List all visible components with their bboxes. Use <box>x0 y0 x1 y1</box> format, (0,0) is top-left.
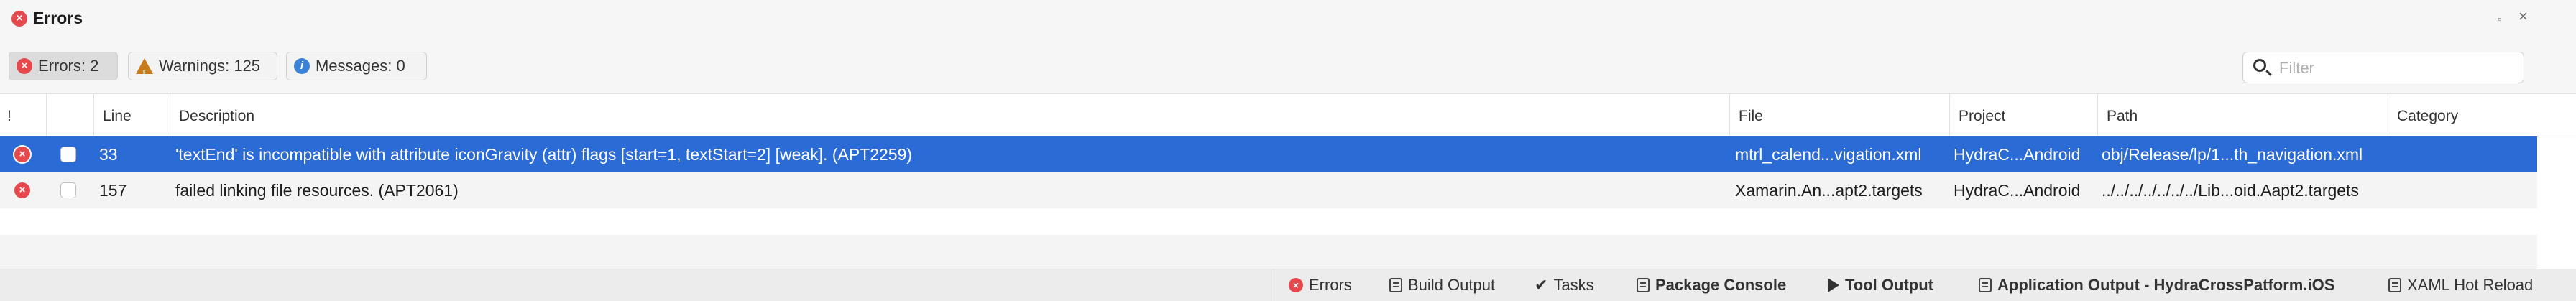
filter-toolbar: × Errors: 2 ! Warnings: 125 i Messages: … <box>0 40 2576 94</box>
error-icon: × <box>14 147 30 162</box>
warnings-filter-label: Warnings: 125 <box>159 57 261 75</box>
info-icon: i <box>294 58 310 74</box>
row-file: mtrl_calend...vigation.xml <box>1735 145 1922 164</box>
tab-build-output[interactable]: Build Output <box>1389 269 1495 301</box>
column-header-category[interactable]: Category <box>2388 94 2537 136</box>
table-row[interactable]: × 33 'textEnd' is incompatible with attr… <box>0 136 2537 172</box>
errors-filter-button[interactable]: × Errors: 2 <box>9 52 118 80</box>
column-header-file[interactable]: File <box>1729 94 1949 136</box>
warnings-filter-button[interactable]: ! Warnings: 125 <box>128 52 277 80</box>
minimize-icon[interactable]: ▫ <box>2498 13 2501 24</box>
row-project: HydraC...Android <box>1954 145 2081 164</box>
document-icon <box>2388 278 2401 292</box>
checkmark-icon: ✔ <box>1535 276 1548 294</box>
tab-label: XAML Hot Reload <box>2407 276 2534 294</box>
tab-label: Package Console <box>1655 276 1787 294</box>
error-icon: × <box>12 11 27 27</box>
tab-errors[interactable]: × Errors <box>1289 269 1352 301</box>
row-checkbox[interactable] <box>60 147 76 162</box>
document-icon <box>1637 278 1650 292</box>
row-line: 33 <box>99 145 118 164</box>
row-description: 'textEnd' is incompatible with attribute… <box>175 145 913 164</box>
tab-application-output[interactable]: Application Output - HydraCrossPatform.i… <box>1979 269 2334 301</box>
column-header-severity[interactable]: ! <box>0 94 20 136</box>
tab-tasks[interactable]: ✔ Tasks <box>1535 269 1594 301</box>
tab-label: Errors <box>1309 276 1352 294</box>
tab-package-console[interactable]: Package Console <box>1637 269 1786 301</box>
tab-label: Build Output <box>1408 276 1496 294</box>
column-header-path[interactable]: Path <box>2097 94 2388 136</box>
row-line: 157 <box>99 181 127 200</box>
tab-label: Application Output - HydraCrossPatform.i… <box>1997 276 2335 294</box>
document-icon <box>1389 278 1402 292</box>
table-row[interactable]: × 157 failed linking file resources. (AP… <box>0 172 2537 208</box>
errors-filter-label: Errors: 2 <box>38 57 99 75</box>
column-header-description[interactable]: Description <box>170 94 1729 136</box>
column-header-checkbox[interactable] <box>46 94 93 136</box>
row-checkbox[interactable] <box>60 182 76 198</box>
messages-filter-label: Messages: 0 <box>316 57 405 75</box>
tab-label: Tasks <box>1553 276 1594 294</box>
column-header-project[interactable]: Project <box>1949 94 2097 136</box>
row-description: failed linking file resources. (APT2061) <box>175 181 459 200</box>
row-project: HydraC...Android <box>1954 181 2081 200</box>
search-icon <box>2253 59 2266 72</box>
error-icon: × <box>17 58 32 74</box>
close-icon[interactable]: × <box>2518 7 2528 26</box>
panel-titlebar: × Errors ▫ × <box>0 0 2576 40</box>
filter-input[interactable] <box>2278 54 2518 83</box>
table-header: ! Line Description File Project Path Cat… <box>0 94 2576 136</box>
error-icon: × <box>14 182 30 198</box>
warning-icon: ! <box>136 58 153 80</box>
row-path: obj/Release/lp/1...th_navigation.xml <box>2102 145 2363 164</box>
row-category <box>2393 172 2534 208</box>
panel-title: Errors <box>33 9 83 27</box>
row-category <box>2393 136 2534 172</box>
empty-row-stripe <box>0 235 2537 271</box>
error-icon: × <box>1289 278 1303 292</box>
row-file: Xamarin.An...apt2.targets <box>1735 181 1923 200</box>
play-icon <box>1828 278 1839 292</box>
tab-xaml-hot-reload[interactable]: XAML Hot Reload <box>2388 269 2533 301</box>
column-header-line[interactable]: Line <box>93 94 170 136</box>
pad-tabs: × Errors Build Output ✔ Tasks Package Co… <box>1274 269 2576 301</box>
tab-tool-output[interactable]: Tool Output <box>1828 269 1933 301</box>
tab-label: Tool Output <box>1845 276 1933 294</box>
pad-tab-bar: × Errors Build Output ✔ Tasks Package Co… <box>0 269 2576 301</box>
document-icon <box>1979 278 1992 292</box>
messages-filter-button[interactable]: i Messages: 0 <box>286 52 427 80</box>
row-path: ../../../../../../../Lib...oid.Aapt2.tar… <box>2102 181 2359 200</box>
filter-search-box[interactable] <box>2242 52 2524 83</box>
